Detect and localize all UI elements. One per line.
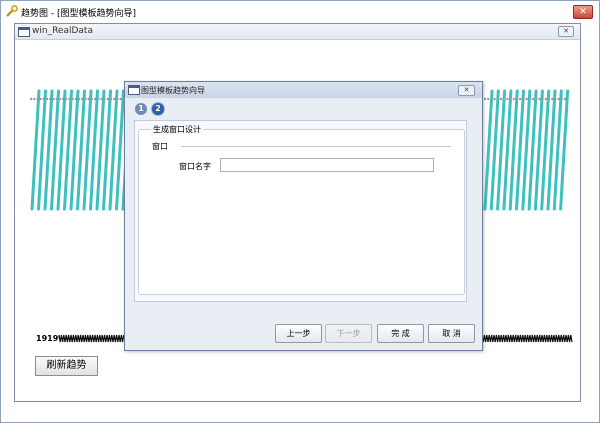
baseline-dot — [119, 97, 122, 101]
baseline-dot — [87, 97, 90, 101]
baseline-dot — [551, 97, 554, 101]
dialog-title: 图型模板趋势向导 — [141, 86, 205, 95]
baseline-dot — [554, 97, 557, 101]
baseline-dot — [93, 97, 97, 101]
baseline-dot — [68, 97, 71, 101]
window-design-group: 生成窗口设计 窗口 窗口名字 — [138, 124, 465, 295]
baseline-dot — [515, 97, 519, 101]
baseline-dot — [84, 97, 87, 101]
dialog-title-bar: 图型模板趋势向导 ✕ — [125, 82, 482, 98]
trend-line — [56, 89, 67, 211]
baseline-dot — [45, 97, 49, 101]
baseline-dot — [81, 97, 84, 101]
baseline-dot — [544, 97, 547, 101]
baseline-dot — [563, 97, 567, 101]
trend-line — [76, 89, 86, 211]
baseline-dot — [547, 97, 551, 101]
trend-line — [102, 89, 112, 211]
baseline-dot — [65, 97, 68, 101]
main-window: 趋势图 - [图型模板趋势向导] ✕ win_RealData ✕ 1919 刷… — [0, 0, 600, 423]
trend-line — [43, 89, 54, 211]
dialog-close-button[interactable]: ✕ — [458, 85, 475, 96]
axis-tick-marks — [481, 334, 573, 343]
trend-line — [82, 89, 93, 211]
trend-line — [69, 89, 80, 211]
baseline-dot — [560, 97, 563, 101]
baseline-dot — [525, 97, 528, 101]
baseline-dot — [519, 97, 522, 101]
trend-line — [37, 89, 47, 211]
baseline-dot — [42, 97, 45, 101]
baseline-dot — [557, 97, 560, 101]
baseline-dot — [496, 97, 499, 101]
baseline-dot — [499, 97, 503, 101]
baseline-dot — [39, 97, 42, 101]
window-name-input[interactable] — [220, 158, 434, 172]
baseline-dot — [493, 97, 496, 101]
window-name-label: 窗口名字 — [179, 162, 211, 171]
baseline-dot — [483, 97, 487, 101]
trend-lines-right — [483, 89, 570, 211]
trend-lines-left — [30, 89, 132, 211]
baseline-dot — [103, 97, 106, 101]
baseline-dot — [52, 97, 55, 101]
baseline-dot — [538, 97, 541, 101]
trend-line — [95, 89, 106, 211]
baseline-dot — [531, 97, 535, 101]
baseline-dot — [49, 97, 52, 101]
baseline-dot — [90, 97, 94, 101]
baseline-dot — [528, 97, 531, 101]
trend-line — [115, 89, 125, 211]
step-1-icon[interactable]: 1 — [135, 103, 147, 115]
baseline-dot — [509, 97, 512, 101]
baseline-dot — [106, 97, 110, 101]
next-button[interactable]: 下一步 — [325, 324, 372, 343]
baseline-dot — [55, 97, 58, 101]
baseline-dot — [71, 97, 74, 101]
baseline-dot — [33, 97, 36, 101]
refresh-trend-button[interactable]: 刷新趋势 — [35, 356, 98, 376]
baseline-dot — [522, 97, 525, 101]
baseline-dot — [503, 97, 506, 101]
baseline-dot — [512, 97, 515, 101]
axis-tick-marks — [58, 334, 125, 343]
wizard-dialog: 图型模板趋势向导 ✕ 1 2 生成窗口设计 窗口 窗口名字 上一步 下一步 完 … — [124, 81, 483, 351]
baseline-dot — [113, 97, 116, 101]
baseline-dot — [77, 97, 81, 101]
trend-line — [63, 89, 73, 211]
group-title: 生成窗口设计 — [151, 124, 203, 135]
wizard-panel: 生成窗口设计 窗口 窗口名字 — [134, 120, 467, 302]
time-axis-label: 1919 — [36, 334, 59, 343]
section-divider — [181, 146, 451, 147]
section-label: 窗口 — [152, 142, 168, 151]
baseline-dot — [116, 97, 119, 101]
baseline-dot — [29, 97, 33, 101]
baseline-dot — [506, 97, 509, 101]
time-axis-left — [58, 334, 125, 343]
baseline-dot — [109, 97, 113, 101]
dialog-window-icon — [128, 85, 140, 95]
baseline-dot — [541, 97, 544, 101]
step-2-icon[interactable]: 2 — [152, 103, 164, 115]
baseline-dot — [61, 97, 65, 101]
time-axis-right — [481, 334, 573, 343]
baseline-dot — [535, 97, 538, 101]
baseline-dot — [100, 97, 103, 101]
cancel-button[interactable]: 取 消 — [428, 324, 475, 343]
prev-button[interactable]: 上一步 — [275, 324, 322, 343]
baseline-dot — [487, 97, 490, 101]
baseline-dot — [36, 97, 39, 101]
baseline-dot — [58, 97, 61, 101]
baseline-dot — [97, 97, 100, 101]
finish-button[interactable]: 完 成 — [377, 324, 424, 343]
trend-line — [50, 89, 60, 211]
trend-line — [30, 89, 41, 211]
trend-line — [108, 89, 119, 211]
trend-line — [89, 89, 99, 211]
baseline-dot — [490, 97, 493, 101]
baseline-dot — [74, 97, 78, 101]
